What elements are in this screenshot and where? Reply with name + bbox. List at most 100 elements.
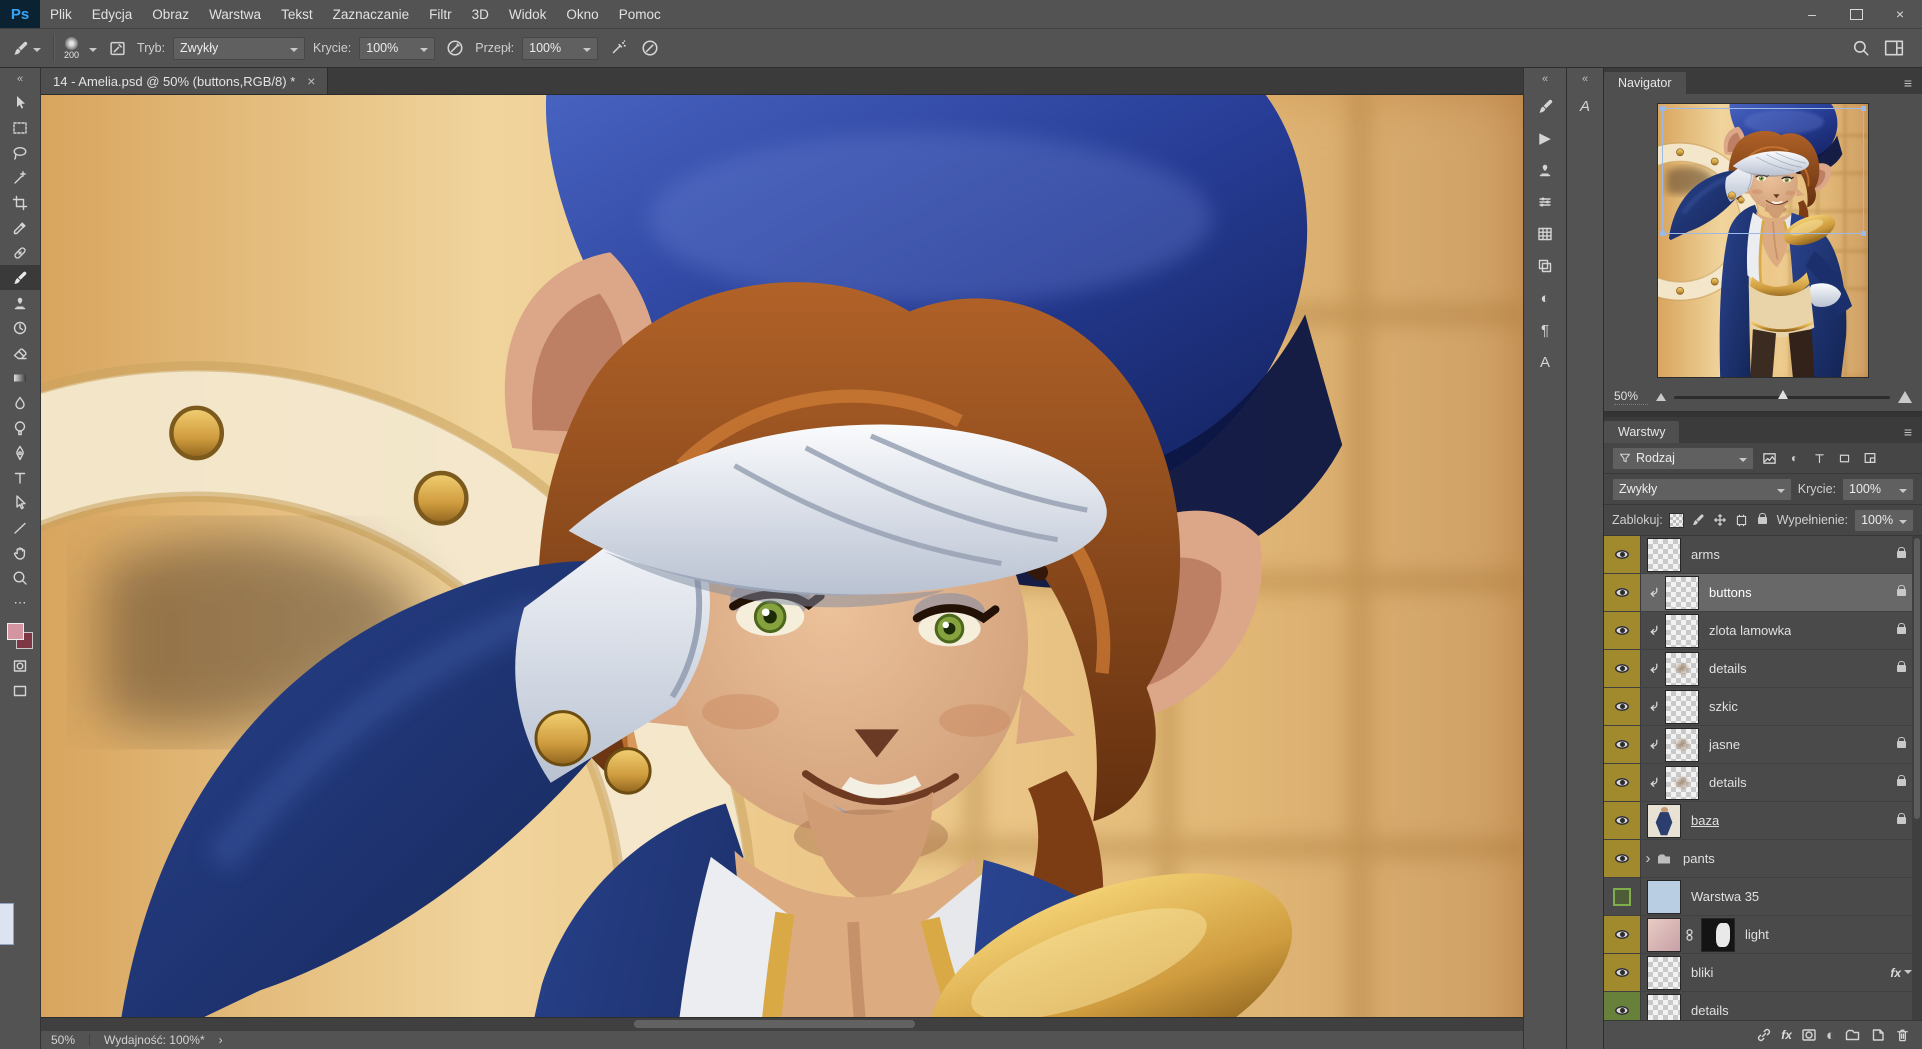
more-tools[interactable]: ⋯ xyxy=(0,590,40,615)
dock-collapse-icon[interactable]: « xyxy=(1524,68,1566,90)
add-adjustment-icon[interactable]: ◐ xyxy=(1826,1027,1835,1044)
delete-layer-icon[interactable] xyxy=(1895,1027,1910,1043)
layer-style-icon[interactable]: fx xyxy=(1781,1028,1792,1042)
blend-mode-select[interactable]: Zwykły xyxy=(173,36,306,60)
visibility-toggle[interactable] xyxy=(1604,650,1641,687)
visibility-toggle[interactable] xyxy=(1604,536,1641,573)
history-brush-tool[interactable] xyxy=(0,315,40,340)
layer-blend-mode-select[interactable]: Zwykły xyxy=(1612,477,1792,501)
layer-thumbnail[interactable] xyxy=(1647,993,1681,1020)
menu-3d[interactable]: 3D xyxy=(462,0,499,28)
dodge-tool[interactable] xyxy=(0,415,40,440)
brush-tool[interactable] xyxy=(0,265,40,290)
adjustments-panel-icon[interactable]: ◐ xyxy=(1524,282,1566,314)
filter-smart-object-icon[interactable] xyxy=(1860,449,1879,468)
status-chevron-icon[interactable]: › xyxy=(219,1033,223,1047)
filter-type-icon[interactable] xyxy=(1810,449,1829,468)
layer-name[interactable]: details xyxy=(1709,661,1747,676)
gradient-tool[interactable] xyxy=(0,365,40,390)
layer-filter-select[interactable]: Rodzaj xyxy=(1612,446,1754,470)
smoothing-pressure-toggle[interactable] xyxy=(638,36,662,60)
menu-widok[interactable]: Widok xyxy=(499,0,557,28)
canvas[interactable] xyxy=(41,95,1523,1017)
add-mask-icon[interactable] xyxy=(1801,1027,1817,1043)
airbrush-toggle[interactable] xyxy=(606,36,630,60)
mask-link-icon[interactable] xyxy=(1682,927,1697,943)
group-expand-icon[interactable]: › xyxy=(1641,850,1655,867)
eyedropper-tool[interactable] xyxy=(0,215,40,240)
menu-filtr[interactable]: Filtr xyxy=(419,0,462,28)
path-selection-tool[interactable] xyxy=(0,490,40,515)
layer-name[interactable]: buttons xyxy=(1709,585,1752,600)
restore-button[interactable] xyxy=(1834,0,1878,28)
swatches-panel-icon[interactable] xyxy=(1524,250,1566,282)
layer-name[interactable]: szkic xyxy=(1709,699,1738,714)
menu-pomoc[interactable]: Pomoc xyxy=(609,0,671,28)
layer-thumbnail[interactable] xyxy=(1665,765,1699,800)
filter-pixel-icon[interactable] xyxy=(1760,449,1779,468)
tool-preset-picker[interactable] xyxy=(8,38,45,59)
zoom-slider-thumb[interactable] xyxy=(1777,389,1788,399)
zoom-tool[interactable] xyxy=(0,565,40,590)
close-button[interactable]: × xyxy=(1878,0,1922,28)
shape-tool[interactable] xyxy=(0,515,40,540)
layer-name[interactable]: light xyxy=(1745,927,1769,942)
panel-menu-icon[interactable]: ≡ xyxy=(1894,72,1922,94)
panel-menu-icon[interactable]: ≡ xyxy=(1894,421,1922,443)
search-icon[interactable] xyxy=(1852,39,1870,57)
lock-artboard-icon[interactable] xyxy=(1733,511,1749,530)
foreground-color-swatch[interactable] xyxy=(7,623,24,640)
link-layers-icon[interactable] xyxy=(1756,1027,1772,1043)
layers-scrollbar[interactable] xyxy=(1912,536,1922,1020)
scrollbar-thumb[interactable] xyxy=(633,1020,916,1028)
move-tool[interactable] xyxy=(0,90,40,115)
visibility-toggle[interactable] xyxy=(1604,878,1641,915)
zoom-in-icon[interactable] xyxy=(1898,391,1912,403)
layer-row-light[interactable]: light xyxy=(1604,916,1922,954)
opacity-pressure-toggle[interactable] xyxy=(443,36,467,60)
layer-row-buttons[interactable]: buttons xyxy=(1604,574,1922,612)
layer-thumbnail[interactable] xyxy=(1647,803,1681,838)
lock-transparency-icon[interactable] xyxy=(1669,511,1685,530)
layer-thumbnail[interactable] xyxy=(1647,879,1681,914)
layer-name[interactable]: details xyxy=(1691,1003,1729,1018)
layer-thumbnail[interactable] xyxy=(1665,727,1699,762)
layer-row-szkic[interactable]: szkic xyxy=(1604,688,1922,726)
tab-warstwy[interactable]: Warstwy xyxy=(1604,421,1680,443)
layer-thumbnail[interactable] xyxy=(1647,917,1681,952)
layer-row-warstwa-35[interactable]: Warstwa 35 xyxy=(1604,878,1922,916)
pen-tool[interactable] xyxy=(0,440,40,465)
layer-row-arms[interactable]: arms xyxy=(1604,536,1922,574)
navigator-preview[interactable] xyxy=(1658,104,1868,377)
color-swatches[interactable] xyxy=(7,623,33,649)
layer-row-details-3[interactable]: details xyxy=(1604,992,1922,1020)
menu-obraz[interactable]: Obraz xyxy=(142,0,199,28)
visibility-toggle[interactable] xyxy=(1604,726,1641,763)
layer-name[interactable]: arms xyxy=(1691,547,1720,562)
visibility-toggle[interactable] xyxy=(1604,688,1641,725)
layer-thumbnail[interactable] xyxy=(1665,613,1699,648)
eraser-tool[interactable] xyxy=(0,340,40,365)
horizontal-scrollbar[interactable] xyxy=(41,1017,1523,1030)
dock-collapse-icon[interactable]: « xyxy=(1567,68,1603,90)
filter-adjustment-icon[interactable]: ◐ xyxy=(1785,449,1804,468)
brush-settings-panel-icon[interactable] xyxy=(1524,90,1566,122)
type-tool[interactable] xyxy=(0,465,40,490)
visibility-toggle[interactable] xyxy=(1604,574,1641,611)
layer-row-jasne[interactable]: jasne xyxy=(1604,726,1922,764)
scrollbar-thumb[interactable] xyxy=(1914,538,1920,819)
layer-name[interactable]: zlota lamowka xyxy=(1709,623,1791,638)
layer-row-bliki[interactable]: bliki fx xyxy=(1604,954,1922,992)
toolbar-collapse[interactable]: « xyxy=(0,68,40,90)
visibility-toggle[interactable] xyxy=(1604,954,1641,991)
menu-plik[interactable]: Plik xyxy=(40,0,82,28)
layer-name[interactable]: jasne xyxy=(1709,737,1740,752)
filter-shape-icon[interactable] xyxy=(1835,449,1854,468)
zoom-level[interactable]: 50% xyxy=(51,1033,75,1047)
character-styles-panel-icon[interactable]: A xyxy=(1567,90,1603,122)
layer-thumbnail[interactable] xyxy=(1665,689,1699,724)
menu-edycja[interactable]: Edycja xyxy=(82,0,143,28)
marquee-tool[interactable] xyxy=(0,115,40,140)
screen-mode-toggle[interactable] xyxy=(0,678,40,703)
navigator-zoom-value[interactable]: 50% xyxy=(1614,389,1648,405)
